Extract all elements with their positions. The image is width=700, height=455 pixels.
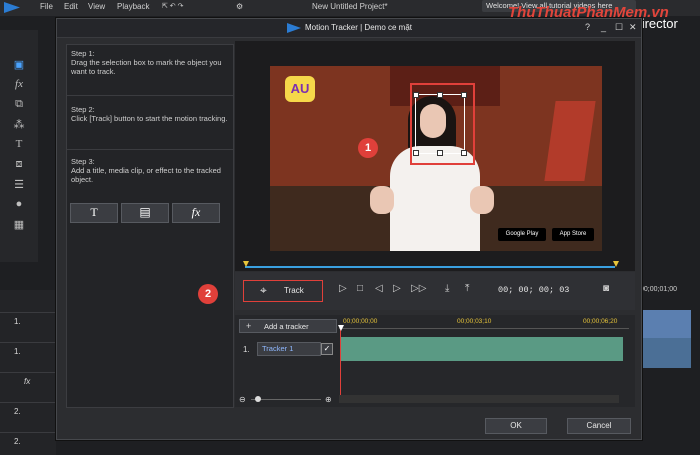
cancel-button[interactable]: Cancel	[567, 418, 631, 434]
crosshair-icon: ⌖	[260, 283, 267, 297]
minimize-icon[interactable]: _	[601, 22, 606, 32]
motion-tracker-dialog: Motion Tracker | Demo ce mặt ? _ ☐ ✕ Ste…	[56, 18, 642, 440]
stop-icon[interactable]: □	[357, 283, 363, 294]
tracker-scrollbar[interactable]	[339, 395, 619, 403]
tracker-checkbox[interactable]: ✓	[321, 343, 333, 355]
pip-room-icon[interactable]: ⧉	[12, 98, 26, 111]
menu-file[interactable]: File	[40, 2, 53, 11]
menu-edit[interactable]: Edit	[64, 2, 78, 11]
scrub-bar[interactable]	[245, 266, 615, 268]
mark-out-icon[interactable]: ⤒	[465, 283, 469, 294]
snapshot-icon[interactable]: ◙	[603, 283, 609, 294]
prev-frame-icon[interactable]: ◁	[375, 283, 383, 294]
timecode: 00; 00; 00; 03	[498, 285, 570, 295]
playhead[interactable]	[340, 329, 341, 399]
add-effect-button[interactable]: fx	[172, 203, 220, 223]
tracker-panel: + Add a tracker 00;00;00;00 00;00;03;10 …	[235, 315, 635, 407]
zoom-slider-handle[interactable]	[255, 396, 261, 402]
step1: Step 1: Drag the selection box to mark t…	[67, 49, 233, 76]
steps-panel: Step 1: Drag the selection box to mark t…	[66, 44, 234, 408]
transition-room-icon[interactable]: ⧈	[12, 158, 26, 171]
menu-view[interactable]: View	[88, 2, 105, 11]
step3-title: Step 3:	[71, 157, 95, 166]
play-icon[interactable]: ▷	[339, 283, 347, 294]
chapter-icon[interactable]: ▦	[12, 218, 26, 231]
add-media-button[interactable]: ▤	[121, 203, 169, 223]
track-label: 2.	[14, 407, 21, 416]
close-icon[interactable]: ✕	[629, 22, 637, 33]
tracker-clip[interactable]	[341, 337, 623, 361]
track-label: 1.	[14, 347, 21, 356]
maximize-icon[interactable]: ☐	[615, 22, 623, 33]
track-label: Track	[284, 286, 304, 295]
fx-track-icon: fx	[24, 377, 31, 386]
track-label: 1.	[14, 317, 21, 326]
step3-text: Add a title, media clip, or effect to th…	[71, 166, 221, 184]
ruler-line	[339, 328, 629, 329]
help-icon[interactable]: ?	[585, 22, 590, 32]
step1-title: Step 1:	[71, 49, 95, 58]
ruler-label: 00;00;06;20	[583, 318, 618, 325]
app-store-badge: App Store	[552, 228, 594, 241]
callout-highlight-box	[410, 83, 475, 165]
media-room-icon[interactable]: ▣	[12, 58, 26, 71]
dialog-titlebar: Motion Tracker | Demo ce mặt ? _ ☐ ✕	[57, 19, 641, 38]
fx-room-icon[interactable]: fx	[12, 78, 26, 90]
mark-in-icon[interactable]: ⤓	[445, 283, 449, 294]
fast-forward-icon[interactable]: ▷▷	[411, 283, 426, 294]
settings-icon[interactable]: ⚙	[236, 2, 243, 11]
tracker-name-field[interactable]: Tracker 1	[257, 342, 321, 356]
zoom-slider[interactable]	[251, 399, 321, 400]
timeline-clip[interactable]	[641, 338, 691, 368]
next-frame-icon[interactable]: ▷	[393, 283, 401, 294]
playback-controls: 2 ⌖ Track ▷ □ ◁ ▷ ▷▷ ⤓ ⤒ 00; 00; 00; 03 …	[198, 272, 635, 310]
particle-room-icon[interactable]: ⁂	[12, 118, 26, 131]
add-tracker-label: Add a tracker	[264, 322, 309, 331]
toolbar-group-icon[interactable]: ⇱ ↶ ↷	[162, 2, 184, 10]
callout-badge-1: 1	[358, 138, 378, 158]
step2-text: Click [Track] button to start the motion…	[71, 114, 228, 123]
preview-area: AU Google Play App Store 1	[235, 41, 635, 271]
left-tool-strip: ▣ fx ⧉ ⁂ T ⧈ ☰ ● ▦	[0, 30, 38, 262]
ruler-label: 00;00;03;10	[457, 318, 492, 325]
step2-title: Step 2:	[71, 105, 95, 114]
step3: Step 3: Add a title, media clip, or effe…	[67, 157, 233, 184]
callout-badge-2: 2	[198, 284, 218, 304]
track-button[interactable]: ⌖ Track	[243, 280, 323, 302]
add-tracker-button[interactable]: + Add a tracker	[239, 319, 337, 333]
project-title: New Untitled Project*	[312, 2, 388, 11]
zoom-out-icon[interactable]: ⊖	[239, 395, 246, 404]
show-logo: AU	[285, 76, 315, 102]
timeline-ruler-right: 00;00;01;00	[640, 286, 677, 293]
step2: Step 2: Click [Track] button to start th…	[67, 105, 233, 123]
timeline-track-header: 1. 1. fx 2. 2.	[0, 290, 56, 455]
audio-mixing-icon[interactable]: ☰	[12, 178, 26, 191]
track-label: 2.	[14, 437, 21, 446]
menu-playback[interactable]: Playback	[117, 2, 149, 11]
mic-icon[interactable]: ●	[12, 198, 26, 210]
google-play-badge: Google Play	[498, 228, 546, 241]
title-room-icon[interactable]: T	[12, 138, 26, 150]
dialog-title: Motion Tracker | Demo ce mặt	[305, 23, 412, 32]
step1-text: Drag the selection box to mark the objec…	[71, 58, 222, 76]
timeline-clip-thumb[interactable]	[641, 310, 691, 338]
app-logo-icon	[287, 23, 301, 33]
app-logo-icon	[4, 2, 20, 13]
plus-icon: +	[246, 321, 252, 331]
ruler-label: 00;00;00;00	[343, 318, 378, 325]
video-frame[interactable]: AU Google Play App Store	[270, 66, 602, 251]
ok-button[interactable]: OK	[485, 418, 547, 434]
tracker-index: 1.	[243, 345, 250, 354]
add-title-button[interactable]: T	[70, 203, 118, 223]
zoom-in-icon[interactable]: ⊕	[325, 395, 332, 404]
